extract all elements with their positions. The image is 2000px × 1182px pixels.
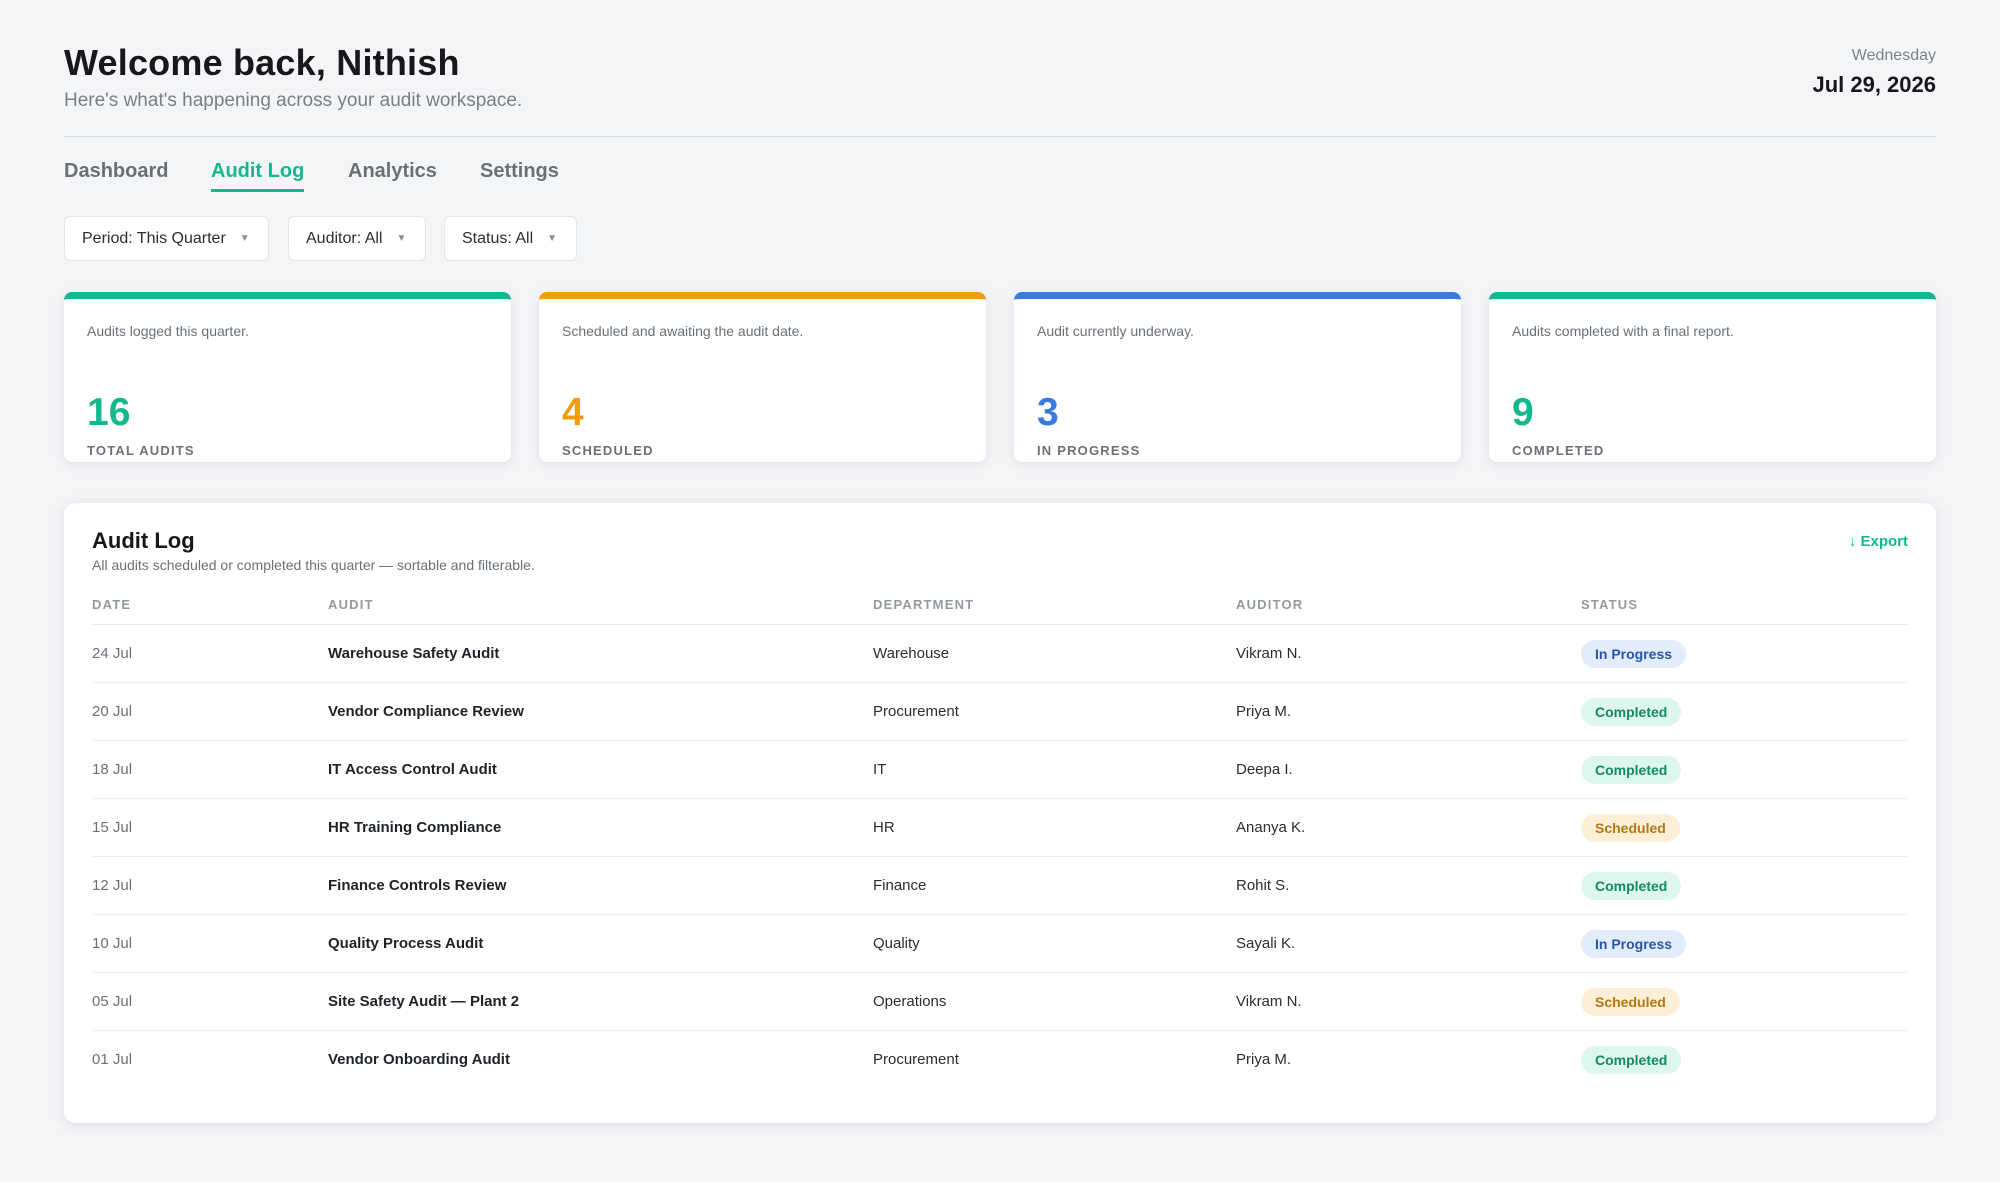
export-button[interactable]: ↓ Export	[1849, 533, 1908, 550]
row-department: Procurement	[873, 703, 959, 720]
audit-dashboard: Welcome back, Nithish Here's what's happ…	[64, 0, 1936, 1123]
table-row[interactable]: 15 Jul HR Training Compliance HR Ananya …	[92, 799, 1908, 857]
stat-card-in-progress: Audit currently underway. 3 IN PROGRESS	[1014, 292, 1461, 462]
row-department: IT	[873, 761, 887, 778]
stat-value: 16	[87, 391, 131, 434]
row-date: 12 Jul	[92, 877, 133, 894]
status-badge: Completed	[1581, 872, 1682, 900]
chevron-down-icon: ▼	[396, 233, 407, 244]
stat-card-total: Audits logged this quarter. 16 TOTAL AUD…	[64, 292, 511, 462]
table-row[interactable]: 24 Jul Warehouse Safety Audit Warehouse …	[92, 625, 1908, 683]
table-row[interactable]: 20 Jul Vendor Compliance Review Procurem…	[92, 683, 1908, 741]
auditor-filter-label: Auditor: All	[306, 229, 383, 247]
column-header-auditor[interactable]: AUDITOR	[1236, 597, 1303, 612]
stat-value: 9	[1512, 391, 1534, 434]
row-date: 10 Jul	[92, 935, 133, 952]
row-auditor: Sayali K.	[1236, 935, 1296, 952]
row-audit: Quality Process Audit	[328, 935, 484, 952]
table-row[interactable]: 12 Jul Finance Controls Review Finance R…	[92, 857, 1908, 915]
status-badge: In Progress	[1581, 930, 1687, 958]
stat-card-completed: Audits completed with a final report. 9 …	[1489, 292, 1936, 462]
status-badge: Scheduled	[1581, 988, 1680, 1016]
audit-log-subtitle: All audits scheduled or completed this q…	[92, 557, 535, 573]
chevron-down-icon: ▼	[239, 233, 250, 244]
row-date: 18 Jul	[92, 761, 133, 778]
row-department: HR	[873, 819, 895, 836]
row-date: 01 Jul	[92, 1051, 133, 1068]
stat-label: TOTAL AUDITS	[87, 443, 195, 458]
row-department: Finance	[873, 877, 927, 894]
row-auditor: Deepa I.	[1236, 761, 1293, 778]
page-header: Welcome back, Nithish Here's what's happ…	[64, 0, 1936, 137]
table-row[interactable]: 18 Jul IT Access Control Audit IT Deepa …	[92, 741, 1908, 799]
status-badge: In Progress	[1581, 640, 1687, 668]
auditor-filter[interactable]: Auditor: All ▼	[288, 216, 426, 261]
row-date: 15 Jul	[92, 819, 133, 836]
row-auditor: Rohit S.	[1236, 877, 1290, 894]
stat-description: Audits completed with a final report.	[1512, 323, 1734, 339]
row-audit: Vendor Onboarding Audit	[328, 1051, 510, 1068]
row-audit: Warehouse Safety Audit	[328, 645, 500, 662]
stat-description: Scheduled and awaiting the audit date.	[562, 323, 804, 339]
row-department: Quality	[873, 935, 920, 952]
tab-dashboard[interactable]: Dashboard	[64, 160, 168, 192]
welcome-subtitle: Here's what's happening across your audi…	[64, 90, 523, 111]
row-department: Procurement	[873, 1051, 959, 1068]
column-header-status[interactable]: STATUS	[1581, 597, 1638, 612]
row-audit: Finance Controls Review	[328, 877, 507, 894]
chevron-down-icon: ▼	[547, 233, 558, 244]
audit-log-panel: Audit Log All audits scheduled or comple…	[64, 503, 1936, 1123]
status-badge: Completed	[1581, 698, 1682, 726]
status-badge: Completed	[1581, 756, 1682, 784]
weekday-label: Wednesday	[1851, 47, 1936, 64]
row-department: Operations	[873, 993, 947, 1010]
period-filter-label: Period: This Quarter	[82, 229, 226, 247]
date-display: Wednesday Jul 29, 2026	[1812, 47, 1936, 98]
stat-card-scheduled: Scheduled and awaiting the audit date. 4…	[539, 292, 986, 462]
period-filter[interactable]: Period: This Quarter ▼	[64, 216, 269, 261]
stat-value: 3	[1037, 391, 1059, 434]
row-date: 24 Jul	[92, 645, 133, 662]
row-auditor: Priya M.	[1236, 703, 1292, 720]
status-filter[interactable]: Status: All ▼	[444, 216, 577, 261]
table-row[interactable]: 10 Jul Quality Process Audit Quality Say…	[92, 915, 1908, 973]
tab-settings[interactable]: Settings	[480, 160, 559, 192]
row-auditor: Ananya K.	[1236, 819, 1306, 836]
tab-audit-log[interactable]: Audit Log	[211, 160, 305, 192]
row-auditor: Vikram N.	[1236, 645, 1302, 662]
stat-description: Audit currently underway.	[1037, 323, 1194, 339]
welcome-title: Welcome back, Nithish	[64, 42, 460, 83]
row-audit: HR Training Compliance	[328, 819, 502, 836]
audit-log-title: Audit Log	[92, 528, 195, 553]
status-badge: Completed	[1581, 1046, 1682, 1074]
row-audit: Vendor Compliance Review	[328, 703, 524, 720]
table-row[interactable]: 05 Jul Site Safety Audit — Plant 2 Opera…	[92, 973, 1908, 1031]
row-auditor: Priya M.	[1236, 1051, 1292, 1068]
column-header-audit[interactable]: AUDIT	[328, 597, 374, 612]
row-audit: IT Access Control Audit	[328, 761, 497, 778]
stat-value: 4	[562, 391, 584, 434]
status-badge: Scheduled	[1581, 814, 1680, 842]
row-audit: Site Safety Audit — Plant 2	[328, 993, 520, 1010]
row-date: 05 Jul	[92, 993, 133, 1010]
table-row[interactable]: 01 Jul Vendor Onboarding Audit Procureme…	[92, 1031, 1908, 1089]
row-department: Warehouse	[873, 645, 950, 662]
row-auditor: Vikram N.	[1236, 993, 1302, 1010]
stat-label: SCHEDULED	[562, 443, 654, 458]
column-header-date[interactable]: DATE	[92, 597, 131, 612]
date-label: Jul 29, 2026	[1812, 72, 1936, 97]
stat-label: COMPLETED	[1512, 443, 1605, 458]
stat-description: Audits logged this quarter.	[87, 323, 249, 339]
column-header-department[interactable]: DEPARTMENT	[873, 597, 974, 612]
row-date: 20 Jul	[92, 703, 133, 720]
stat-label: IN PROGRESS	[1037, 443, 1141, 458]
table-header: DATE AUDIT DEPARTMENT AUDITOR STATUS	[92, 593, 1908, 625]
status-filter-label: Status: All	[462, 229, 534, 247]
tab-analytics[interactable]: Analytics	[348, 160, 437, 192]
